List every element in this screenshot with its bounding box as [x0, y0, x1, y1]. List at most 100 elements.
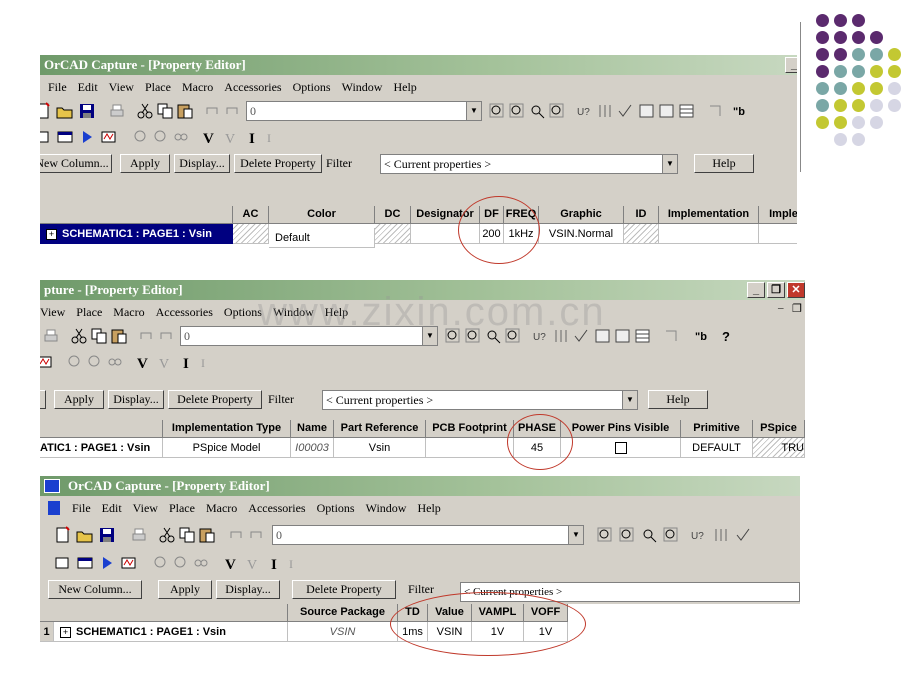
power-level-icon[interactable]: I: [198, 353, 216, 371]
part-search-combo[interactable]: 0: [180, 326, 426, 346]
column-header-part-reference[interactable]: Part Reference: [334, 420, 426, 438]
copy-icon[interactable]: [156, 102, 174, 120]
chevron-down-icon[interactable]: ▼: [622, 390, 638, 410]
copy-icon[interactable]: [90, 327, 108, 345]
column-header-primitive[interactable]: Primitive: [681, 420, 753, 438]
paste-icon[interactable]: [110, 327, 128, 345]
column-header-vampl[interactable]: VAMPL: [472, 604, 524, 622]
drc-icon[interactable]: [734, 526, 752, 544]
redo-icon[interactable]: [248, 526, 266, 544]
cell-pspice[interactable]: TRU: [753, 438, 805, 458]
paste-icon[interactable]: [176, 102, 194, 120]
power-level-icon[interactable]: I: [264, 128, 282, 146]
save-icon[interactable]: [98, 526, 116, 544]
zoom-all-icon[interactable]: [662, 526, 680, 544]
session-log-icon[interactable]: [76, 554, 94, 572]
voltage-marker-icon[interactable]: [66, 353, 84, 371]
column-header-phase[interactable]: PHASE: [514, 420, 561, 438]
voltage-level-icon[interactable]: V: [134, 353, 152, 371]
copy-icon[interactable]: [178, 526, 196, 544]
chevron-down-icon[interactable]: ▼: [568, 525, 584, 545]
zoom-in-icon[interactable]: [444, 327, 462, 345]
close-button[interactable]: ✕: [787, 282, 805, 298]
current-level-icon[interactable]: I: [178, 353, 196, 371]
column-header-df[interactable]: DF: [480, 206, 504, 224]
voltage-marker-icon[interactable]: [132, 128, 150, 146]
cross-ref-icon[interactable]: [614, 327, 632, 345]
column-header-implementation-type[interactable]: Implementation Type: [163, 420, 291, 438]
open-folder-icon[interactable]: [56, 102, 74, 120]
bom-icon[interactable]: [678, 102, 696, 120]
run-simulation-icon[interactable]: [98, 554, 116, 572]
filter-select[interactable]: < Current properties >: [380, 154, 676, 174]
menu-window[interactable]: Window: [366, 501, 407, 515]
cell-vampl[interactable]: 1V: [472, 622, 524, 642]
menu-window[interactable]: Window: [342, 80, 383, 94]
current-marker-icon[interactable]: [172, 554, 190, 572]
cell-df[interactable]: 200: [480, 224, 504, 244]
cell-ac[interactable]: [233, 224, 269, 244]
menu-help[interactable]: Help: [393, 80, 416, 94]
pin-icon[interactable]: "b: [730, 102, 748, 120]
menu-window[interactable]: Window: [273, 305, 314, 319]
netlist-icon[interactable]: [638, 102, 656, 120]
undo-icon[interactable]: [204, 102, 222, 120]
voltage-level-icon[interactable]: V: [200, 128, 218, 146]
column-header-implementation[interactable]: Implementation: [659, 206, 759, 224]
column-header-dc[interactable]: DC: [375, 206, 411, 224]
bom-icon[interactable]: [634, 327, 652, 345]
zoom-all-icon[interactable]: [548, 102, 566, 120]
snap-grid-icon[interactable]: [662, 327, 680, 345]
chevron-down-icon[interactable]: ▼: [662, 154, 678, 174]
table-row-header[interactable]: + SCHEMATIC1 : PAGE1 : Vsin: [40, 224, 233, 244]
current-level-icon[interactable]: I: [266, 554, 284, 572]
new-file-icon[interactable]: [40, 102, 52, 120]
cell-name[interactable]: I00003: [291, 438, 334, 458]
cell-td[interactable]: 1ms: [398, 622, 428, 642]
drc-icon[interactable]: [572, 327, 590, 345]
column-header-imple[interactable]: Imple: [759, 206, 797, 224]
netlist-icon[interactable]: [594, 327, 612, 345]
cell-id[interactable]: [624, 224, 659, 244]
column-header-ac[interactable]: AC: [233, 206, 269, 224]
new-column-button[interactable]: New Column...: [40, 154, 112, 173]
back-annotate-icon[interactable]: [596, 102, 614, 120]
cell-designator[interactable]: [411, 224, 480, 244]
voltage-marker-icon[interactable]: [152, 554, 170, 572]
menu-accessories[interactable]: Accessories: [156, 305, 213, 319]
menu-view[interactable]: View: [109, 80, 134, 94]
power-level-icon[interactable]: I: [286, 554, 304, 572]
restore-button[interactable]: ❐: [767, 282, 785, 298]
column-header-id[interactable]: ID: [624, 206, 659, 224]
column-header-name[interactable]: Name: [291, 420, 334, 438]
part-search-combo[interactable]: 0: [272, 525, 584, 545]
chevron-down-icon[interactable]: ▼: [422, 326, 438, 346]
display-button[interactable]: Display...: [216, 580, 280, 599]
voltage-diff-icon[interactable]: V: [222, 128, 240, 146]
power-marker-icon[interactable]: [106, 353, 124, 371]
menu-edit[interactable]: Edit: [102, 501, 122, 515]
display-button[interactable]: Display...: [174, 154, 230, 173]
new-column-button[interactable]: New Column...: [48, 580, 142, 599]
cell-part-reference[interactable]: Vsin: [334, 438, 426, 458]
probe-icon[interactable]: [40, 353, 54, 371]
minimize-button[interactable]: _: [785, 57, 797, 73]
zoom-in-icon[interactable]: [488, 102, 506, 120]
mdi-minimize-icon[interactable]: –: [778, 302, 784, 314]
current-level-icon[interactable]: I: [244, 128, 262, 146]
cross-ref-icon[interactable]: [658, 102, 676, 120]
probe-icon[interactable]: [120, 554, 138, 572]
chevron-down-icon[interactable]: ▼: [466, 101, 482, 121]
zoom-area-icon[interactable]: [484, 327, 502, 345]
cut-icon[interactable]: [70, 327, 88, 345]
apply-button[interactable]: Apply: [120, 154, 170, 173]
cell-voff[interactable]: 1V: [524, 622, 568, 642]
delete-property-button[interactable]: Delete Property: [292, 580, 396, 599]
menu-view[interactable]: View: [40, 305, 65, 319]
menu-accessories[interactable]: Accessories: [248, 501, 305, 515]
menu-macro[interactable]: Macro: [113, 305, 144, 319]
zoom-out-icon[interactable]: [508, 102, 526, 120]
apply-button[interactable]: Apply: [54, 390, 104, 409]
voltage-diff-icon[interactable]: V: [156, 353, 174, 371]
pin-icon[interactable]: "b: [692, 327, 710, 345]
